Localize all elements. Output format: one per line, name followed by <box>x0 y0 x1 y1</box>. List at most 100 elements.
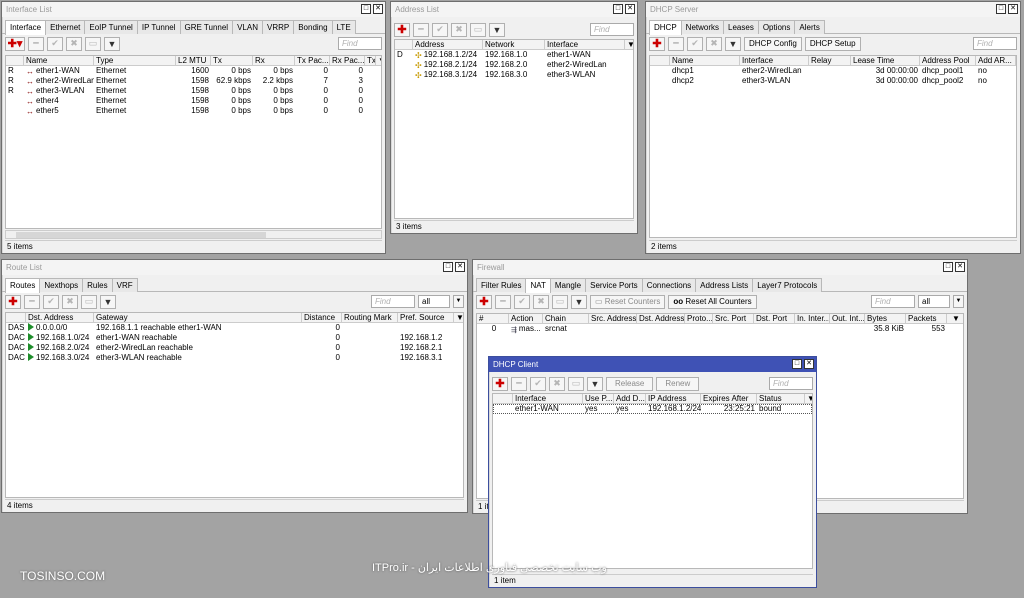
filter-select[interactable]: all <box>418 295 450 308</box>
find-input[interactable]: Find <box>871 295 915 308</box>
disable-button[interactable]: ✖ <box>549 376 565 391</box>
col-gateway[interactable]: Gateway <box>94 313 302 322</box>
find-input[interactable]: Find <box>371 295 415 308</box>
tab-rules[interactable]: Rules <box>82 278 113 292</box>
filter-icon[interactable]: ▼ <box>104 36 120 51</box>
tab-connections[interactable]: Connections <box>641 278 697 292</box>
column-dropdown-icon[interactable]: ▼ <box>625 40 633 49</box>
col-dst-port[interactable]: Dst. Port <box>754 314 795 323</box>
col-name[interactable]: Name <box>24 56 94 65</box>
col-dst-address[interactable]: Dst. Address <box>26 313 94 322</box>
tab-eoip-tunnel[interactable]: EoIP Tunnel <box>84 20 138 34</box>
enable-button[interactable]: ✔ <box>432 22 448 37</box>
tab-mangle[interactable]: Mangle <box>549 278 587 292</box>
col-tx-more[interactable]: Tx <box>365 56 376 65</box>
table-row[interactable]: D ✣ 192.168.1.2/24 192.168.1.0 ether1-WAN <box>395 50 633 60</box>
col-add-default[interactable]: Add D... <box>614 394 646 403</box>
col-pref-source[interactable]: Pref. Source <box>398 313 454 322</box>
add-button[interactable]: ✚ <box>394 22 410 37</box>
col-name[interactable]: Name <box>670 56 740 65</box>
maximize-icon[interactable]: □ <box>361 4 371 14</box>
column-dropdown-icon[interactable]: ▼ <box>947 314 963 323</box>
disable-button[interactable]: ✖ <box>706 36 722 51</box>
enable-button[interactable]: ✔ <box>47 36 63 51</box>
dhcp-setup-button[interactable]: DHCP Setup <box>804 36 861 51</box>
col-expires-after[interactable]: Expires After <box>701 394 757 403</box>
col-src-address[interactable]: Src. Address <box>589 314 637 323</box>
table-row[interactable]: DAC 192.168.3.0/24 ether3-WLAN reachable 0 1… <box>6 353 463 363</box>
maximize-icon[interactable]: □ <box>943 262 953 272</box>
enable-button[interactable]: ✔ <box>43 294 59 309</box>
table-row[interactable]: ↔ ether5 Ethernet 1598 0 bps 0 bps 0 0 <box>6 106 381 116</box>
tab-address-lists[interactable]: Address Lists <box>695 278 754 292</box>
close-icon[interactable]: ✕ <box>1008 4 1018 14</box>
table-row[interactable]: 0 ⇶ mas... srcnat 35.8 KiB 553 <box>477 324 963 334</box>
tab-vrrp[interactable]: VRRP <box>261 20 295 34</box>
col-status[interactable]: Status <box>757 394 805 403</box>
column-dropdown-icon[interactable]: ▼ <box>805 394 812 403</box>
col-use-peer[interactable]: Use P... <box>583 394 614 403</box>
maximize-icon[interactable]: □ <box>996 4 1006 14</box>
col-l2mtu[interactable]: L2 MTU <box>176 56 211 65</box>
add-button[interactable]: ✚ <box>649 36 665 51</box>
horizontal-scrollbar[interactable] <box>5 230 382 239</box>
tab-gre-tunnel[interactable]: GRE Tunnel <box>179 20 234 34</box>
tab-alerts[interactable]: Alerts <box>794 20 825 34</box>
tab-vlan[interactable]: VLAN <box>232 20 263 34</box>
comment-button[interactable]: ▭ <box>470 22 486 37</box>
maximize-icon[interactable]: □ <box>792 359 802 369</box>
col-address-pool[interactable]: Address Pool <box>920 56 976 65</box>
table-row[interactable]: DAC 192.168.1.0/24 ether1-WAN reachable 0 19… <box>6 333 463 343</box>
col-ip-address[interactable]: IP Address <box>646 394 701 403</box>
col-packets[interactable]: Packets <box>906 314 947 323</box>
add-button[interactable]: ✚ <box>492 376 508 391</box>
col-bytes[interactable]: Bytes <box>865 314 906 323</box>
interface-list-titlebar[interactable]: Interface List □ ✕ <box>2 2 385 17</box>
col-in-interface[interactable]: In. Inter... <box>795 314 830 323</box>
tab-nexthops[interactable]: Nexthops <box>39 278 84 292</box>
close-icon[interactable]: ✕ <box>804 359 814 369</box>
tab-networks[interactable]: Networks <box>680 20 725 34</box>
close-icon[interactable]: ✕ <box>373 4 383 14</box>
add-dropdown-button[interactable]: ✚▾ <box>5 36 25 51</box>
comment-button[interactable]: ▭ <box>81 294 97 309</box>
col-protocol[interactable]: Proto... <box>685 314 713 323</box>
enable-button[interactable]: ✔ <box>530 376 546 391</box>
remove-button[interactable]: ━ <box>28 36 44 51</box>
tab-filter-rules[interactable]: Filter Rules <box>476 278 527 292</box>
close-icon[interactable]: ✕ <box>455 262 465 272</box>
tab-layer7-protocols[interactable]: Layer7 Protocols <box>752 278 823 292</box>
chevron-down-icon[interactable]: ▼ <box>953 295 964 308</box>
table-row[interactable]: R ↔ ether3-WLAN Ethernet 1598 0 bps 0 bps 0 0 <box>6 86 381 96</box>
col-interface[interactable]: Interface <box>545 40 625 49</box>
filter-icon[interactable]: ▼ <box>725 36 741 51</box>
col-src-port[interactable]: Src. Port <box>713 314 754 323</box>
table-row[interactable]: DAS 0.0.0.0/0 192.168.1.1 reachable ether1… <box>6 323 463 333</box>
col-network[interactable]: Network <box>483 40 545 49</box>
release-button[interactable]: Release <box>606 376 654 391</box>
table-row[interactable]: ↔ ether4 Ethernet 1598 0 bps 0 bps 0 0 <box>6 96 381 106</box>
comment-button[interactable]: ▭ <box>568 376 584 391</box>
disable-button[interactable]: ✖ <box>62 294 78 309</box>
tab-nat[interactable]: NAT <box>525 278 551 293</box>
col-action[interactable]: Action <box>509 314 543 323</box>
remove-button[interactable]: ━ <box>413 22 429 37</box>
tab-leases[interactable]: Leases <box>723 20 759 34</box>
find-input[interactable]: Find <box>590 23 634 36</box>
filter-icon[interactable]: ▼ <box>587 376 603 391</box>
dhcp-server-titlebar[interactable]: DHCP Server □ ✕ <box>646 2 1020 17</box>
col-interface[interactable]: Interface <box>513 394 583 403</box>
tab-vrf[interactable]: VRF <box>111 278 138 292</box>
col-chain[interactable]: Chain <box>543 314 589 323</box>
address-list-titlebar[interactable]: Address List □ ✕ <box>391 2 637 17</box>
dhcp-client-titlebar[interactable]: DHCP Client □ ✕ <box>489 357 816 372</box>
col-dst-address[interactable]: Dst. Address <box>637 314 685 323</box>
find-input[interactable]: Find <box>769 377 813 390</box>
col-out-interface[interactable]: Out. Int... <box>830 314 865 323</box>
col-address[interactable]: Address <box>413 40 483 49</box>
table-row[interactable]: DAC 192.168.2.0/24 ether2-WiredLan reachab… <box>6 343 463 353</box>
col-type[interactable]: Type <box>94 56 176 65</box>
filter-icon[interactable]: ▼ <box>100 294 116 309</box>
tab-bonding[interactable]: Bonding <box>293 20 333 34</box>
col-relay[interactable]: Relay <box>809 56 851 65</box>
